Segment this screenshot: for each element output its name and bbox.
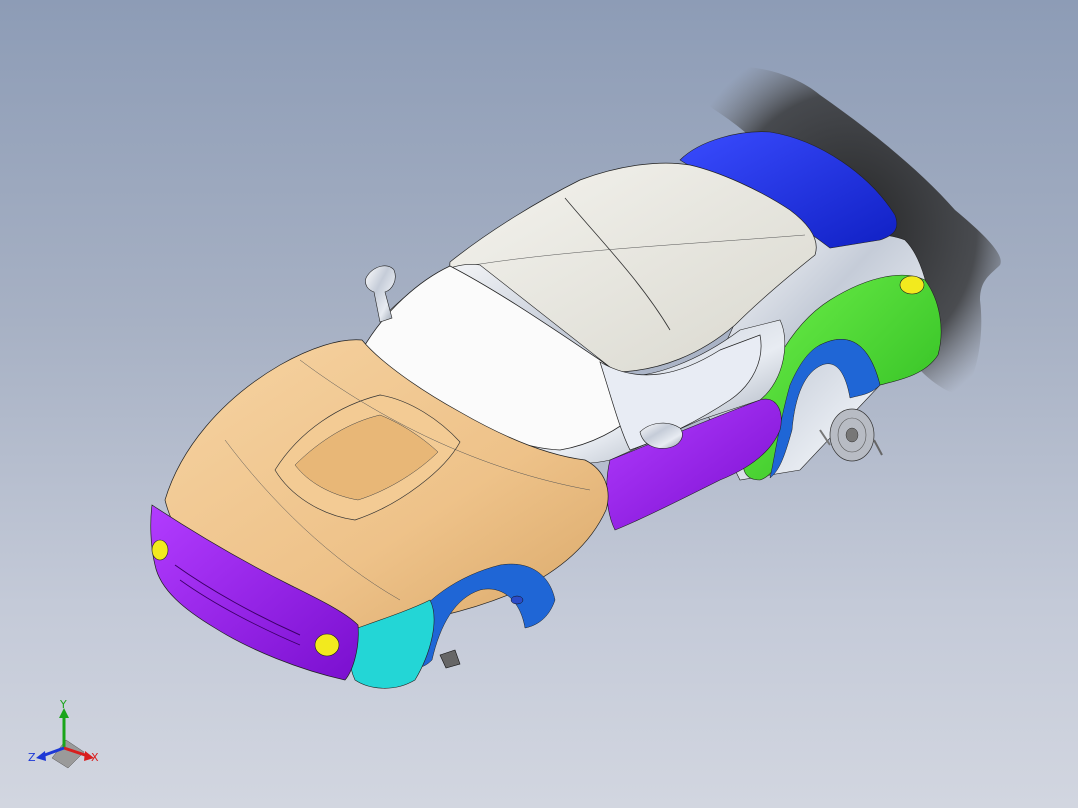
rear-light <box>899 275 925 295</box>
front-hub-knob <box>510 595 524 605</box>
side-mirror-left <box>365 265 396 323</box>
headlight-left <box>151 539 169 561</box>
car-model-render[interactable]: Y X Z <box>0 0 1078 808</box>
x-axis-label: X <box>91 751 99 764</box>
cad-viewport[interactable]: Y X Z <box>0 0 1078 808</box>
axis-triad[interactable]: Y X Z <box>28 698 99 769</box>
side-mirror-right <box>639 422 683 449</box>
front-hub <box>439 649 461 669</box>
headlight-right <box>314 633 340 657</box>
z-axis-arrow <box>36 751 46 761</box>
y-axis-label: Y <box>59 698 67 711</box>
z-axis-label: Z <box>28 751 36 764</box>
